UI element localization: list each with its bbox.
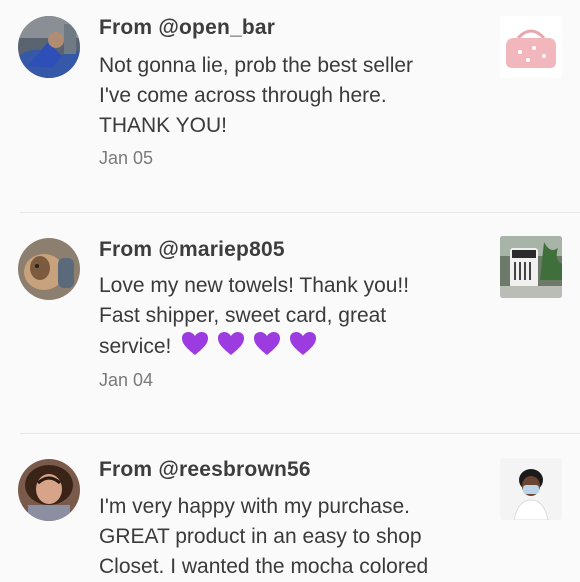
purple-heart-icon (182, 332, 209, 355)
avatar-photo-icon (18, 238, 80, 300)
listing-thumbnail[interactable] (500, 236, 562, 298)
review-text: I'm very happy with my purchase. GREAT p… (99, 492, 479, 582)
towels-product-icon (500, 236, 562, 298)
review-author[interactable]: From @mariep805 (99, 238, 285, 262)
review-date: Jan 04 (99, 370, 154, 390)
review-text-line: Fast shipper, sweet card, great (99, 304, 387, 327)
avatar-photo-icon (18, 16, 80, 78)
reviewer-avatar[interactable] (18, 238, 80, 300)
review-text-line: GREAT product in an easy to shop (99, 525, 422, 548)
pink-duffel-bag-icon (500, 16, 562, 78)
purple-heart-icon (253, 332, 280, 355)
avatar-photo-icon (18, 459, 80, 521)
review-item: From @mariep805 Love my new towels! Than… (0, 213, 580, 433)
emoji-group (181, 331, 319, 366)
person-wearing-mask-icon (500, 458, 562, 520)
review-author[interactable]: From @reesbrown56 (99, 458, 311, 482)
review-text-line: service! (99, 331, 479, 366)
review-text-line: Love my new towels! Thank you!! (99, 274, 410, 297)
review-item: From @reesbrown56 I'm very happy with my… (0, 434, 580, 580)
listing-thumbnail[interactable] (500, 16, 562, 78)
review-text-segment: service! (99, 335, 172, 358)
review-text-line: I'm very happy with my purchase. (99, 495, 410, 518)
review-text-line: Closet. I wanted the mocha colored (99, 555, 429, 578)
reviewer-avatar[interactable] (18, 16, 80, 78)
listing-thumbnail[interactable] (500, 458, 562, 520)
review-date: Jan 05 (99, 148, 154, 168)
review-text-line: Not gonna lie, prob the best seller (99, 54, 414, 77)
review-text: Love my new towels! Thank you!! Fast shi… (99, 271, 479, 366)
review-text-line: THANK YOU! (99, 114, 227, 137)
review-text-line: I've come across through here. (99, 84, 387, 107)
reviews-feed: From @open_bar Not gonna lie, prob the b… (0, 0, 580, 580)
review-author[interactable]: From @open_bar (99, 16, 275, 40)
purple-heart-icon (289, 332, 316, 355)
reviewer-avatar[interactable] (18, 459, 80, 521)
purple-heart-icon (218, 332, 245, 355)
review-text: Not gonna lie, prob the best seller I've… (99, 51, 479, 141)
review-item: From @open_bar Not gonna lie, prob the b… (0, 0, 580, 212)
